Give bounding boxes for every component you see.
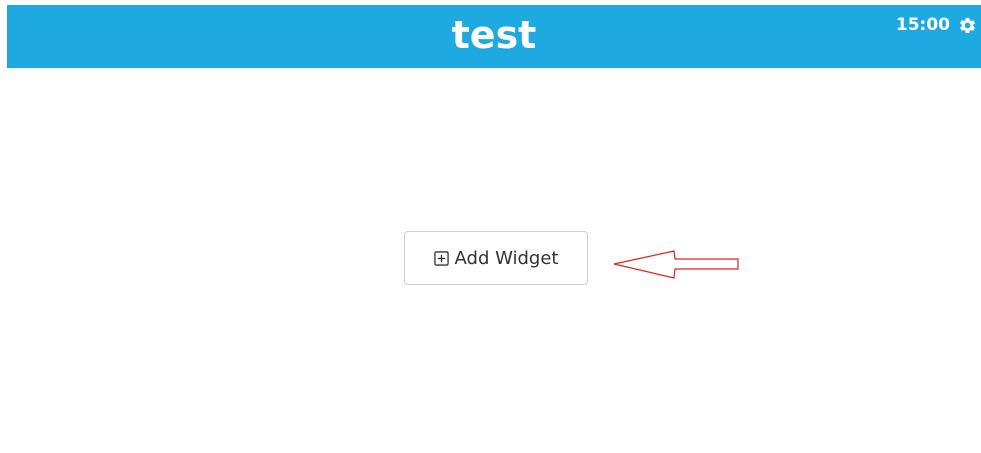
dashboard-title: test [451, 13, 537, 57]
plus-square-icon [433, 250, 449, 266]
arrow-left-icon [613, 250, 739, 279]
add-widget-button[interactable]: Add Widget [404, 231, 588, 285]
add-widget-label: Add Widget [454, 247, 559, 269]
header-bar: test 15:00 [7, 5, 981, 68]
clock-time: 15:00 [895, 15, 950, 35]
gear-icon[interactable] [958, 16, 977, 35]
dashboard-app: test 15:00 Add Widget [0, 0, 981, 453]
